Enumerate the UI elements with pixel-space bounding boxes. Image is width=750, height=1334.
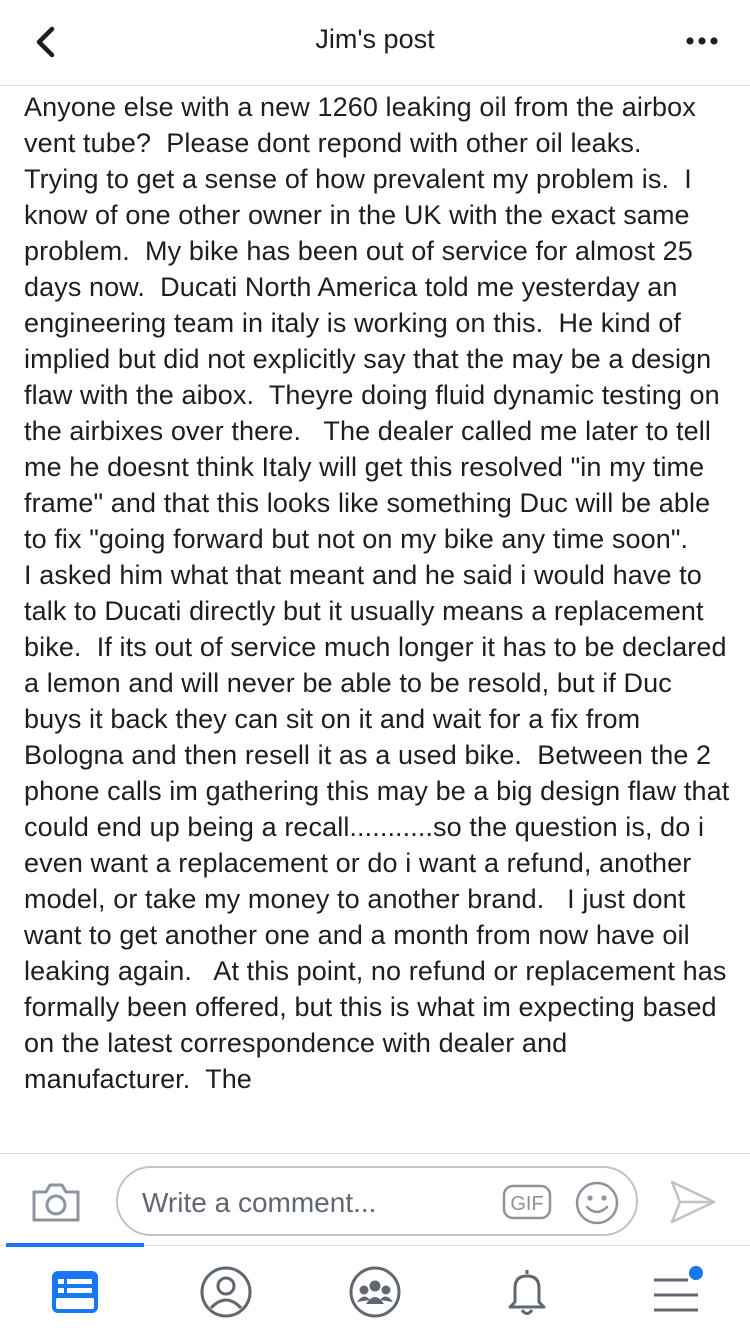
menu-icon (654, 1266, 703, 1312)
news-feed-icon (52, 1271, 98, 1313)
gif-label: GIF (510, 1193, 543, 1215)
tab-notifications[interactable] (499, 1264, 555, 1320)
top-nav-bar: Jim's post (0, 0, 750, 86)
more-options-button[interactable] (684, 26, 720, 56)
gif-button[interactable]: GIF (502, 1184, 552, 1220)
tab-profile[interactable] (198, 1264, 254, 1320)
page-title: Jim's post (315, 24, 435, 54)
notification-badge-dot (689, 1266, 703, 1280)
comment-placeholder: Write a comment... (142, 1187, 377, 1218)
tab-news-feed[interactable] (47, 1264, 103, 1320)
bottom-tab-bar (0, 1243, 750, 1334)
send-button[interactable] (668, 1178, 718, 1226)
comment-input[interactable]: Write a comment... GIF (116, 1166, 638, 1236)
comment-composer: Write a comment... GIF (0, 1153, 750, 1245)
tab-menu[interactable] (648, 1264, 704, 1320)
notifications-bell-icon (508, 1270, 546, 1315)
tab-groups[interactable] (347, 1264, 403, 1320)
post-text: Anyone else with a new 1260 leaking oil … (24, 92, 730, 1094)
emoji-icon (575, 1181, 619, 1225)
gif-icon: GIF (502, 1184, 552, 1220)
more-horizontal-icon (686, 37, 718, 45)
profile-icon (200, 1266, 252, 1318)
camera-button[interactable] (30, 1180, 82, 1224)
camera-icon (32, 1183, 80, 1222)
send-icon (670, 1180, 716, 1224)
groups-icon (349, 1266, 401, 1318)
active-tab-indicator (6, 1243, 144, 1247)
emoji-button[interactable] (574, 1180, 620, 1226)
